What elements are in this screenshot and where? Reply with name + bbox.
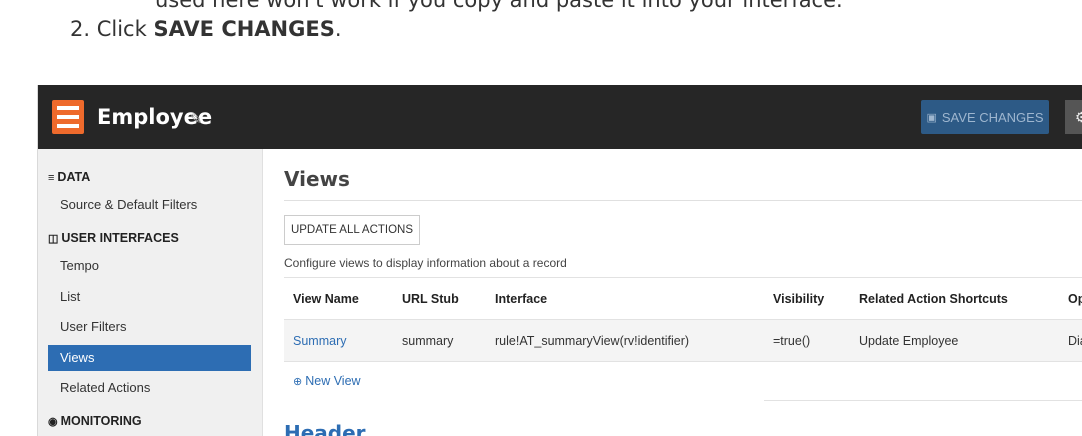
column-options: Op (1068, 291, 1082, 306)
top-bar: Employee ✎ ▣ SAVE CHANGES ⚙ (38, 85, 1082, 149)
floppy-disk-icon: ▣ (926, 111, 937, 124)
table-header: View Name URL Stub Interface Visibility … (284, 277, 1082, 320)
sidebar-item-views[interactable]: Views (48, 345, 251, 371)
new-view-label: New View (305, 374, 361, 388)
edit-name-icon[interactable]: ✎ (190, 110, 203, 128)
sidebar-section-user-interfaces: ◫ USER INTERFACES (48, 231, 179, 245)
sidebar-section-monitoring: ◉ MONITORING (48, 414, 142, 428)
view-name-link[interactable]: Summary (293, 320, 346, 361)
header-section-heading: Header (284, 421, 366, 436)
sidebar-item-source-default-filters[interactable]: Source & Default Filters (48, 192, 251, 218)
table-footer-divider (764, 400, 1082, 401)
doc-step-prefix: 2. Click (70, 17, 147, 41)
update-all-actions-button[interactable]: UPDATE ALL ACTIONS (284, 215, 420, 245)
sidebar-item-tempo[interactable]: Tempo (48, 253, 251, 279)
save-changes-button[interactable]: ▣ SAVE CHANGES (921, 100, 1049, 134)
column-url-stub: URL Stub (402, 291, 459, 306)
column-related-action-shortcuts: Related Action Shortcuts (859, 291, 1008, 306)
sidebar-item-user-filters[interactable]: User Filters (48, 314, 251, 340)
sidebar: ≡ DATA Source & Default Filters ◫ USER INT… (38, 149, 263, 436)
sidebar-section-data: ≡ DATA (48, 170, 90, 184)
column-visibility: Visibility (773, 291, 825, 306)
options-cell: Dia (1068, 333, 1082, 348)
settings-button[interactable]: ⚙ (1065, 100, 1082, 134)
record-type-icon (52, 100, 84, 134)
sidebar-section-ui-label: USER INTERFACES (61, 231, 179, 245)
interface-icon: ◫ (48, 233, 59, 245)
column-view-name: View Name (293, 291, 359, 306)
sidebar-section-data-label: DATA (57, 170, 91, 184)
app-window: Employee ✎ ▣ SAVE CHANGES ⚙ ≡DATA Source… (37, 85, 1082, 436)
views-description: Configure views to display information a… (284, 256, 567, 270)
views-heading: Views (284, 167, 350, 191)
gear-icon: ⚙ (1075, 109, 1082, 126)
column-interface: Interface (495, 291, 548, 306)
doc-step-end: . (334, 17, 342, 41)
url-stub-cell: summary (402, 333, 454, 348)
table-row: Summary summary rule!AT_summaryView(rv!i… (284, 320, 1082, 362)
monitoring-icon: ◉ (48, 416, 58, 428)
doc-step-bold: SAVE CHANGES (153, 17, 335, 41)
related-action-cell: Update Employee (859, 333, 959, 348)
sidebar-item-related-actions[interactable]: Related Actions (48, 375, 251, 401)
heading-divider (284, 200, 1082, 201)
doc-text-line: used here won't work if you copy and pas… (155, 0, 843, 12)
visibility-cell: =true() (773, 333, 811, 348)
main-content: Views UPDATE ALL ACTIONS Configure views… (284, 149, 1082, 436)
doc-step-2: 2. Click SAVE CHANGES. (70, 17, 342, 41)
database-icon: ≡ (48, 172, 55, 184)
page: used here won't work if you copy and pas… (0, 0, 1082, 436)
save-changes-label: SAVE CHANGES (941, 109, 1044, 125)
sidebar-section-monitoring-label: MONITORING (60, 414, 142, 428)
plus-circle-icon: ⊕ (293, 376, 303, 388)
interface-cell: rule!AT_summaryView(rv!identifier) (495, 333, 690, 348)
new-view-link[interactable]: ⊕ New View (293, 374, 361, 388)
sidebar-item-list[interactable]: List (48, 284, 251, 310)
